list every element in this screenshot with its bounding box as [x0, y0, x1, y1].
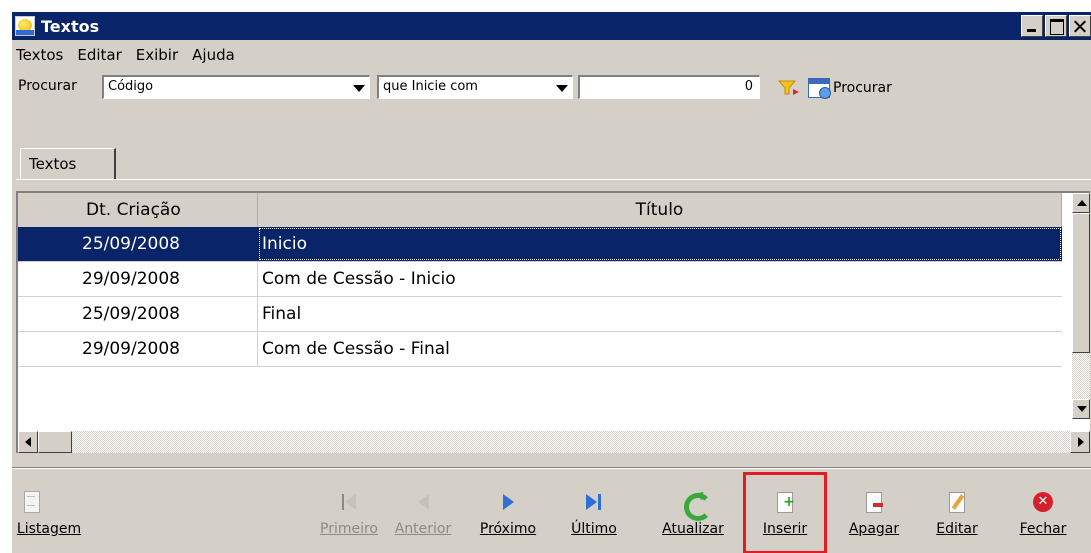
procurar-label: Procurar	[833, 80, 892, 96]
edit-document-icon	[946, 491, 968, 513]
bottom-toolbar: Listagem Primeiro Anterior Próximo Últim…	[12, 469, 1091, 553]
window: Textos Textos Editar Exibir Ajuda Procur…	[10, 10, 1091, 553]
search-condition-value: que Inicie com	[383, 79, 478, 94]
menu-bar: Textos Editar Exibir Ajuda	[16, 42, 235, 68]
previous-record-icon	[412, 491, 434, 513]
table-row[interactable]: 25/09/2008 Inicio	[18, 227, 1062, 262]
table-row[interactable]: 25/09/2008 Final	[18, 297, 1062, 332]
minimize-button[interactable]	[1021, 15, 1043, 37]
ultimo-button[interactable]: Último	[562, 469, 626, 553]
delete-document-icon	[863, 491, 885, 513]
chevron-down-icon[interactable]	[556, 85, 568, 92]
listagem-label: Listagem	[16, 521, 82, 537]
refresh-icon	[682, 491, 712, 521]
editar-button[interactable]: Editar	[924, 469, 990, 553]
title-bar[interactable]: Textos	[12, 12, 1091, 40]
search-label: Procurar	[18, 78, 77, 94]
first-record-icon	[338, 491, 360, 513]
vertical-scrollbar[interactable]	[1072, 193, 1090, 419]
scroll-down-button[interactable]	[1072, 399, 1090, 419]
column-header-dt-criacao[interactable]: Dt. Criação	[18, 193, 258, 227]
last-record-icon	[583, 491, 605, 513]
cell-date: 25/09/2008	[18, 297, 258, 331]
primeiro-button[interactable]: Primeiro	[316, 469, 382, 553]
apagar-button[interactable]: Apagar	[836, 469, 912, 553]
table-row[interactable]: 29/09/2008 Com de Cessão - Final	[18, 332, 1062, 367]
calendar-search-icon	[808, 78, 831, 99]
filter-icon[interactable]	[778, 80, 800, 96]
column-header-titulo[interactable]: Título	[258, 193, 1062, 227]
anterior-button[interactable]: Anterior	[390, 469, 456, 553]
apagar-label: Apagar	[848, 521, 900, 537]
fechar-label: Fechar	[1019, 521, 1067, 537]
tab-textos[interactable]: Textos	[20, 148, 116, 180]
anterior-label: Anterior	[394, 521, 452, 537]
document-list-icon	[20, 491, 42, 513]
procurar-button[interactable]: Procurar	[808, 76, 892, 100]
atualizar-label: Atualizar	[662, 521, 724, 537]
scroll-left-button[interactable]	[18, 431, 38, 453]
menu-textos[interactable]: Textos	[16, 46, 63, 64]
cell-date: 25/09/2008	[18, 227, 258, 261]
menu-exibir[interactable]: Exibir	[136, 46, 178, 64]
table-row[interactable]: 29/09/2008 Com de Cessão - Inicio	[18, 262, 1062, 297]
grid-body: 25/09/2008 Inicio 29/09/2008 Com de Cess…	[18, 227, 1062, 367]
cell-title: Final	[262, 304, 302, 324]
search-field-value: Código	[108, 79, 154, 94]
search-field-select[interactable]: Código	[102, 75, 370, 99]
search-row: Procurar Código que Inicie com 0 Procura…	[12, 70, 1091, 102]
grid-header: Dt. Criação Título	[18, 193, 1062, 227]
close-window-button[interactable]	[1069, 15, 1091, 37]
listagem-button[interactable]: Listagem	[14, 469, 94, 553]
app-icon	[15, 16, 35, 36]
maximize-button[interactable]	[1045, 15, 1067, 37]
data-grid: Dt. Criação Título 25/09/2008 Inicio 29/…	[16, 191, 1090, 453]
cell-date: 29/09/2008	[18, 262, 258, 296]
primeiro-label: Primeiro	[320, 521, 378, 537]
cell-title: Inicio	[258, 227, 1062, 261]
cell-title: Com de Cessão - Inicio	[262, 269, 456, 289]
ultimo-label: Último	[571, 521, 617, 537]
horizontal-scroll-thumb[interactable]	[38, 431, 72, 453]
menu-ajuda[interactable]: Ajuda	[192, 46, 235, 64]
search-input[interactable]: 0	[578, 75, 760, 99]
vertical-scroll-thumb[interactable]	[1072, 213, 1090, 353]
scroll-right-button[interactable]	[1070, 431, 1090, 453]
cell-date: 29/09/2008	[18, 332, 258, 366]
atualizar-button[interactable]: Atualizar	[650, 469, 736, 553]
search-condition-select[interactable]: que Inicie com	[377, 75, 573, 99]
next-record-icon	[497, 491, 519, 513]
editar-label: Editar	[936, 521, 978, 537]
chevron-down-icon[interactable]	[353, 85, 365, 92]
window-title: Textos	[41, 16, 100, 36]
cell-title: Com de Cessão - Final	[262, 339, 450, 359]
proximo-button[interactable]: Próximo	[472, 469, 544, 553]
close-icon	[1032, 491, 1054, 513]
horizontal-scrollbar[interactable]	[18, 431, 1090, 453]
scroll-up-button[interactable]	[1072, 193, 1090, 213]
menu-editar[interactable]: Editar	[77, 46, 121, 64]
inserir-highlight-box	[743, 472, 827, 553]
fechar-button[interactable]: Fechar	[1008, 469, 1078, 553]
proximo-label: Próximo	[479, 521, 537, 537]
